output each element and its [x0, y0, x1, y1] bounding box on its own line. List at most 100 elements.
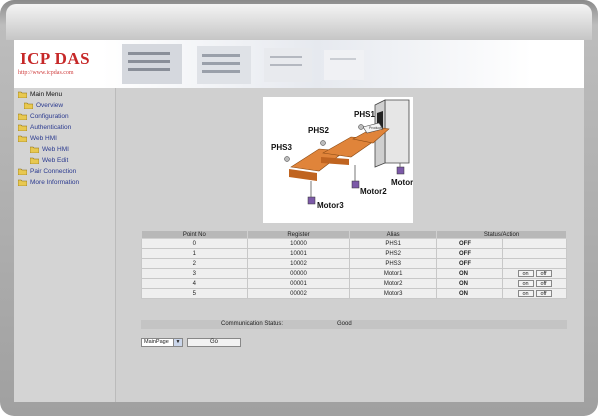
cell-action [502, 248, 567, 259]
cell-alias: PHS2 [349, 248, 437, 259]
sidebar-item-label: Web HMI [42, 146, 69, 153]
cell-action: on off [502, 288, 567, 299]
motor3-icon [307, 196, 316, 205]
cell-status: OFF [436, 258, 503, 269]
table-row: 4 00001 Motor2 ON on off [141, 278, 567, 289]
cell-alias: Motor3 [349, 288, 437, 299]
cell-alias: PHS1 [349, 238, 437, 249]
sidebar-menu: Main Menu Overview Configuration Authent… [14, 88, 116, 402]
cell-alias: Motor2 [349, 278, 437, 289]
folder-icon [18, 179, 27, 186]
table-row: 5 00002 Motor3 ON on off [141, 288, 567, 299]
cell-register: 10001 [246, 248, 351, 259]
table-row: 1 10001 PHS2 OFF [141, 248, 567, 259]
conveyor-diagram: Products PHS1 PHS2 PHS3 Motor1 Motor2 Mo… [263, 97, 413, 223]
sidebar-item-label: Configuration [30, 113, 69, 120]
sidebar-item-web-hmi-sub[interactable]: Web HMI [30, 146, 69, 153]
table-header-row: Point No Register Alias Status/Action [141, 230, 567, 239]
cell-point: 1 [141, 248, 248, 259]
sidebar-item-web-edit[interactable]: Web Edit [30, 157, 68, 164]
cell-action [502, 238, 567, 249]
col-alias: Alias [349, 230, 437, 239]
cell-action: on off [502, 268, 567, 279]
motor1-off-button[interactable]: off [535, 270, 552, 277]
folder-icon [24, 102, 33, 109]
window-top-bar [6, 4, 592, 40]
communication-status-label: Communication Status: [221, 321, 284, 327]
folder-icon [30, 157, 39, 164]
motor1-icon [396, 166, 405, 175]
cell-register: 00002 [246, 288, 351, 299]
table-row: 2 10002 PHS3 OFF [141, 258, 567, 269]
sidebar-item-main-menu[interactable]: Main Menu [18, 91, 62, 98]
motor3-off-button[interactable]: off [535, 290, 552, 297]
cell-status: OFF [436, 238, 503, 249]
sensor-phs3-icon [284, 156, 290, 162]
motor2-on-button[interactable]: on [517, 280, 534, 287]
sidebar-item-overview[interactable]: Overview [24, 102, 63, 109]
sensor-phs2-icon [320, 140, 326, 146]
col-register: Register [246, 230, 351, 239]
chevron-down-icon[interactable]: ▼ [173, 339, 182, 346]
sidebar-item-configuration[interactable]: Configuration [18, 113, 69, 120]
points-table: Point No Register Alias Status/Action 0 … [141, 230, 567, 299]
sidebar-item-label: Web HMI [30, 135, 57, 142]
sidebar-item-web-hmi[interactable]: Web HMI [18, 135, 57, 142]
table-row: 0 10000 PHS1 OFF [141, 238, 567, 249]
label-phs1: PHS1 [354, 110, 375, 119]
cell-point: 3 [141, 268, 248, 279]
cell-register: 10002 [246, 258, 351, 269]
sidebar-item-pair-connection[interactable]: Pair Connection [18, 168, 76, 175]
sidebar-item-label: Main Menu [30, 91, 63, 98]
page-select-value: MainPage [144, 339, 169, 345]
cell-register: 10000 [246, 238, 351, 249]
svg-text:Products: Products [369, 126, 383, 130]
folder-icon [18, 168, 27, 175]
cell-register: 00001 [246, 278, 351, 289]
motor3-on-button[interactable]: on [517, 290, 534, 297]
sidebar-item-label: Web Edit [42, 157, 69, 164]
web-page: ICP DAS http://www.icpdas.com Main Menu … [14, 40, 584, 402]
page-header: ICP DAS http://www.icpdas.com [14, 40, 584, 88]
main-content: Products PHS1 PHS2 PHS3 Motor1 Motor2 Mo… [117, 88, 584, 402]
cell-status: ON [436, 278, 503, 289]
page-select[interactable]: MainPage ▼ [141, 338, 183, 347]
go-button[interactable]: Go [187, 338, 241, 347]
motor1-on-button[interactable]: on [517, 270, 534, 277]
folder-icon [18, 113, 27, 120]
cell-alias: Motor1 [349, 268, 437, 279]
cell-alias: PHS3 [349, 258, 437, 269]
sensor-phs1-icon [358, 124, 364, 130]
cell-point: 2 [141, 258, 248, 269]
sidebar-item-label: Authentication [30, 124, 72, 131]
cell-point: 4 [141, 278, 248, 289]
sidebar-item-authentication[interactable]: Authentication [18, 124, 71, 131]
cell-status: OFF [436, 248, 503, 259]
communication-status-value: Good [337, 321, 352, 327]
cell-point: 5 [141, 288, 248, 299]
cell-point: 0 [141, 238, 248, 249]
folder-icon [18, 91, 27, 98]
col-status-action: Status/Action [436, 230, 567, 239]
label-motor1: Motor1 [391, 178, 413, 187]
label-phs3: PHS3 [271, 143, 292, 152]
sidebar-item-label: Overview [36, 102, 64, 109]
cell-action: on off [502, 278, 567, 289]
folder-icon [18, 135, 27, 142]
sidebar-item-label: More Information [30, 179, 80, 186]
label-phs2: PHS2 [308, 126, 329, 135]
motor2-off-button[interactable]: off [535, 280, 552, 287]
table-row: 3 00000 Motor1 ON on off [141, 268, 567, 279]
cell-status: ON [436, 288, 503, 299]
sidebar-item-label: Pair Connection [30, 168, 77, 175]
sidebar-item-more-information[interactable]: More Information [18, 179, 79, 186]
folder-icon [30, 146, 39, 153]
label-motor2: Motor2 [360, 187, 387, 196]
cell-status: ON [436, 268, 503, 279]
cell-register: 00000 [246, 268, 351, 279]
header-banner-graphic [102, 40, 532, 88]
communication-status-bar: Communication Status: Good [141, 320, 567, 329]
folder-icon [18, 124, 27, 131]
logo-url[interactable]: http://www.icpdas.com [18, 70, 74, 76]
motor2-icon [351, 180, 360, 189]
